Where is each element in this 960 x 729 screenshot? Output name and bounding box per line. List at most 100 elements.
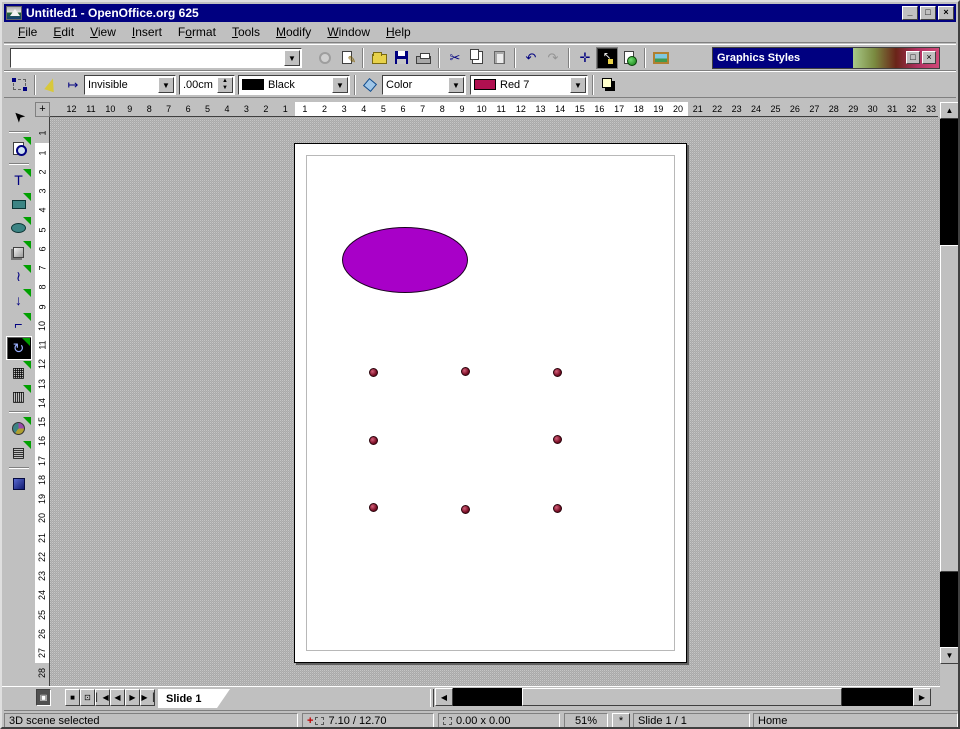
minimize-button[interactable]: _ <box>902 6 918 20</box>
text-button[interactable]: T <box>6 168 32 192</box>
scroll-up-button[interactable]: ▲ <box>940 102 959 119</box>
alignment-button[interactable]: ▦ <box>6 360 32 384</box>
stylist-toggle[interactable] <box>596 47 618 69</box>
zoom-button[interactable] <box>6 136 32 160</box>
chevron-down-icon[interactable]: ▼ <box>158 77 174 93</box>
spinner-arrows-icon[interactable]: ▲▼ <box>217 77 233 93</box>
line-dialog-button[interactable] <box>40 74 62 96</box>
ellipse-shape[interactable] <box>342 227 468 293</box>
line-style-combobox[interactable]: Invisible ▼ <box>84 75 176 95</box>
chevron-down-icon[interactable]: ▼ <box>448 77 464 93</box>
undo-button[interactable]: ↶ <box>520 47 542 69</box>
vertical-ruler[interactable]: 1123456789101112131415161718192021222324… <box>35 117 50 686</box>
flyout-arrow-icon[interactable] <box>23 241 31 249</box>
arrow-ends-button[interactable]: ↦ <box>62 74 84 96</box>
flyout-arrow-icon[interactable] <box>22 338 30 346</box>
flyout-arrow-icon[interactable] <box>23 441 31 449</box>
shadow-button[interactable] <box>598 74 620 96</box>
stop-button[interactable] <box>314 47 336 69</box>
save-button[interactable] <box>390 47 412 69</box>
rectangle-button[interactable] <box>6 192 32 216</box>
flyout-arrow-icon[interactable] <box>23 137 31 145</box>
stylist-title[interactable]: Graphics Styles <box>713 48 853 68</box>
horizontal-scroll-thumb[interactable] <box>522 688 842 706</box>
flyout-arrow-icon[interactable] <box>23 313 31 321</box>
connector-button[interactable]: ⌐ <box>6 312 32 336</box>
horizontal-ruler[interactable]: 1211109876543211234567891011121314151617… <box>50 102 938 117</box>
rotation-handle[interactable] <box>369 436 378 445</box>
copy-button[interactable] <box>466 47 488 69</box>
scroll-left-button[interactable]: ◀ <box>435 688 453 706</box>
flyout-arrow-icon[interactable] <box>23 169 31 177</box>
gallery-button[interactable] <box>650 47 672 69</box>
next-slide-button[interactable]: ▶ <box>125 689 140 706</box>
navigator-button[interactable]: ✛ <box>574 47 596 69</box>
previous-slide-button[interactable]: ◀ <box>110 689 125 706</box>
ruler-origin-button[interactable]: + <box>35 102 50 117</box>
line-color-combobox[interactable]: Black ▼ <box>238 75 350 95</box>
rotation-handle[interactable] <box>461 367 470 376</box>
rotate-button[interactable]: ↻ <box>6 336 32 360</box>
status-zoom[interactable]: 51% <box>564 713 608 729</box>
chevron-down-icon[interactable]: ▼ <box>570 77 586 93</box>
status-page[interactable]: Slide 1 / 1 <box>633 713 750 729</box>
rotation-handle[interactable] <box>553 504 562 513</box>
scroll-down-button[interactable]: ▼ <box>940 647 959 664</box>
redo-button[interactable]: ↷ <box>542 47 564 69</box>
scroll-right-button[interactable]: ▶ <box>913 688 931 706</box>
flyout-arrow-icon[interactable] <box>23 217 31 225</box>
rotation-handle[interactable] <box>369 368 378 377</box>
menu-help[interactable]: Help <box>378 23 419 41</box>
rotation-handle[interactable] <box>461 505 470 514</box>
status-style[interactable]: Home <box>753 713 958 729</box>
menu-edit[interactable]: Edit <box>45 23 82 41</box>
line-width-spinner[interactable]: .00cm ▲▼ <box>179 75 235 95</box>
menu-window[interactable]: Window <box>319 23 378 41</box>
flyout-arrow-icon[interactable] <box>23 417 31 425</box>
area-style-combobox[interactable]: Color ▼ <box>382 75 466 95</box>
drawing-canvas[interactable] <box>50 117 940 686</box>
open-button[interactable] <box>368 47 390 69</box>
print-button[interactable] <box>412 47 434 69</box>
rotation-handle[interactable] <box>369 503 378 512</box>
menu-file[interactable]: File <box>10 23 45 41</box>
ellipse-button[interactable] <box>6 216 32 240</box>
cut-button[interactable]: ✂ <box>444 47 466 69</box>
flyout-arrow-icon[interactable] <box>23 193 31 201</box>
menu-format[interactable]: Format <box>170 23 224 41</box>
menu-modify[interactable]: Modify <box>268 23 319 41</box>
area-dialog-button[interactable] <box>360 74 382 96</box>
status-dimensions[interactable]: 0.00 x 0.00 <box>438 713 560 729</box>
stylist-maximize-button[interactable]: □ <box>906 51 920 64</box>
area-color-combobox[interactable]: Red 7 ▼ <box>470 75 588 95</box>
flyout-arrow-icon[interactable] <box>23 385 31 393</box>
chevron-down-icon[interactable]: ▼ <box>332 77 348 93</box>
flyout-arrow-icon[interactable] <box>23 265 31 273</box>
scene-3d-object[interactable] <box>357 362 582 527</box>
lines-arrows-button[interactable]: ↓ <box>6 288 32 312</box>
edit-file-button[interactable] <box>336 47 358 69</box>
objects3d-button[interactable] <box>6 240 32 264</box>
menu-view[interactable]: View <box>82 23 124 41</box>
flyout-arrow-icon[interactable] <box>23 289 31 297</box>
status-modified-flag[interactable]: * <box>612 713 630 729</box>
tab-scroll-splitter[interactable] <box>430 689 434 707</box>
form-controls-button[interactable]: ▤ <box>6 440 32 464</box>
insert-button[interactable] <box>6 416 32 440</box>
layer-view-button[interactable]: ⊡ <box>80 689 95 706</box>
master-view-button[interactable]: ■ <box>65 689 80 706</box>
menu-tools[interactable]: Tools <box>224 23 268 41</box>
last-slide-button[interactable]: ▶▕ <box>140 689 155 706</box>
close-button[interactable]: × <box>938 6 954 20</box>
chevron-down-icon[interactable]: ▼ <box>284 50 300 66</box>
slide-view-button[interactable]: ▣ <box>36 689 51 706</box>
controller3d-button[interactable] <box>6 472 32 496</box>
menu-insert[interactable]: Insert <box>124 23 170 41</box>
paste-button[interactable] <box>488 47 510 69</box>
rotation-handle[interactable] <box>553 435 562 444</box>
vertical-scroll-thumb[interactable] <box>940 245 959 572</box>
hyperlink-button[interactable] <box>618 47 640 69</box>
first-slide-button[interactable]: ▏◀ <box>95 689 110 706</box>
stylist-close-button[interactable]: × <box>922 51 936 64</box>
flyout-arrow-icon[interactable] <box>23 361 31 369</box>
